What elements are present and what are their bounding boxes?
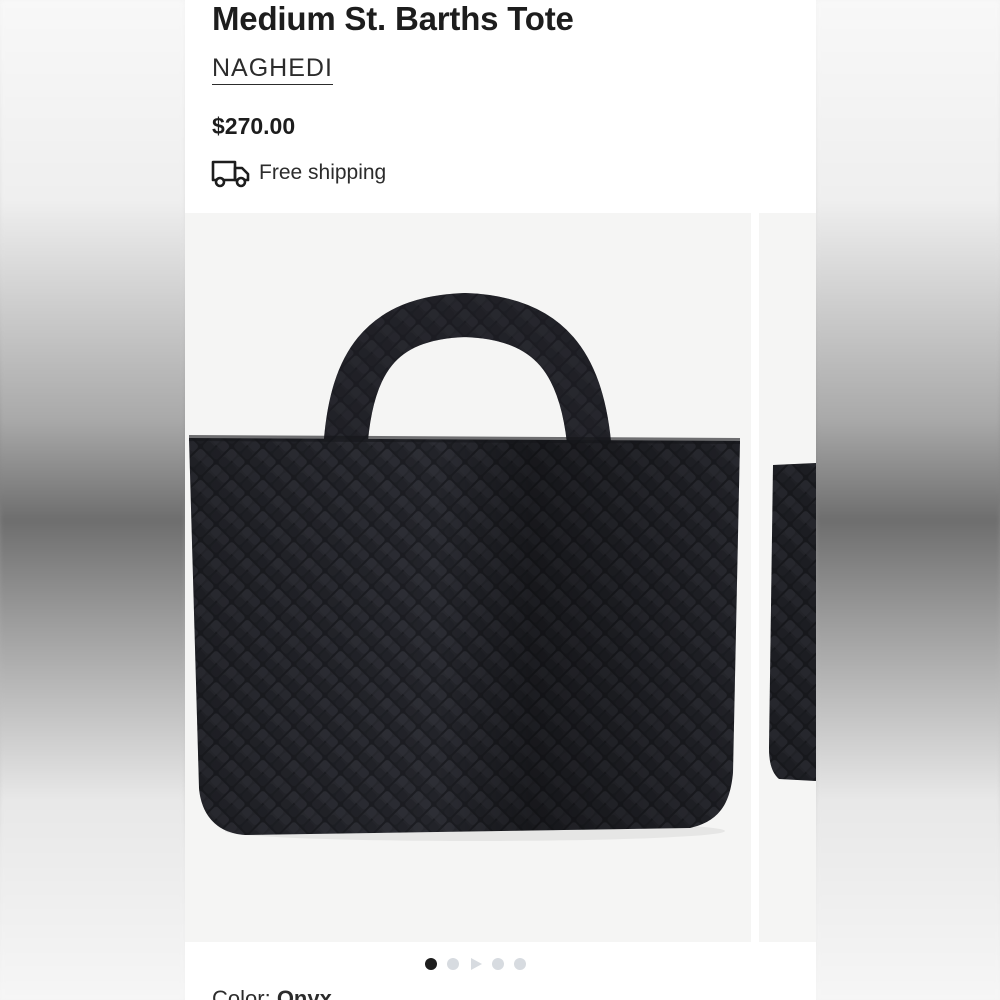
color-selection: Color: Onyx (212, 986, 332, 1000)
backdrop-left (0, 0, 185, 1000)
image-carousel[interactable] (185, 213, 816, 942)
play-icon[interactable] (471, 958, 482, 970)
pagination-dot-1[interactable] (425, 958, 437, 970)
color-value: Onyx (276, 986, 332, 1000)
shipping-label: Free shipping (259, 161, 387, 184)
truck-icon (211, 160, 250, 188)
next-product-image[interactable] (759, 213, 816, 942)
product-title: Medium St. Barths Tote (212, 0, 574, 37)
product-panel: Medium St. Barths Tote NAGHEDI $270.00 F… (185, 0, 816, 1000)
tote-bag-preview (769, 463, 816, 781)
color-label: Color: (212, 986, 271, 1000)
shipping-info: Free shipping (211, 158, 386, 188)
tote-bag-image (188, 292, 741, 841)
brand-link[interactable]: NAGHEDI (212, 53, 333, 85)
carousel-pagination[interactable] (425, 958, 526, 970)
product-image[interactable] (185, 213, 751, 942)
backdrop-right (816, 0, 1000, 1000)
product-price: $270.00 (212, 113, 296, 139)
pagination-dot-5[interactable] (514, 958, 526, 970)
pagination-dot-4[interactable] (492, 958, 504, 970)
pagination-dot-2[interactable] (447, 958, 459, 970)
